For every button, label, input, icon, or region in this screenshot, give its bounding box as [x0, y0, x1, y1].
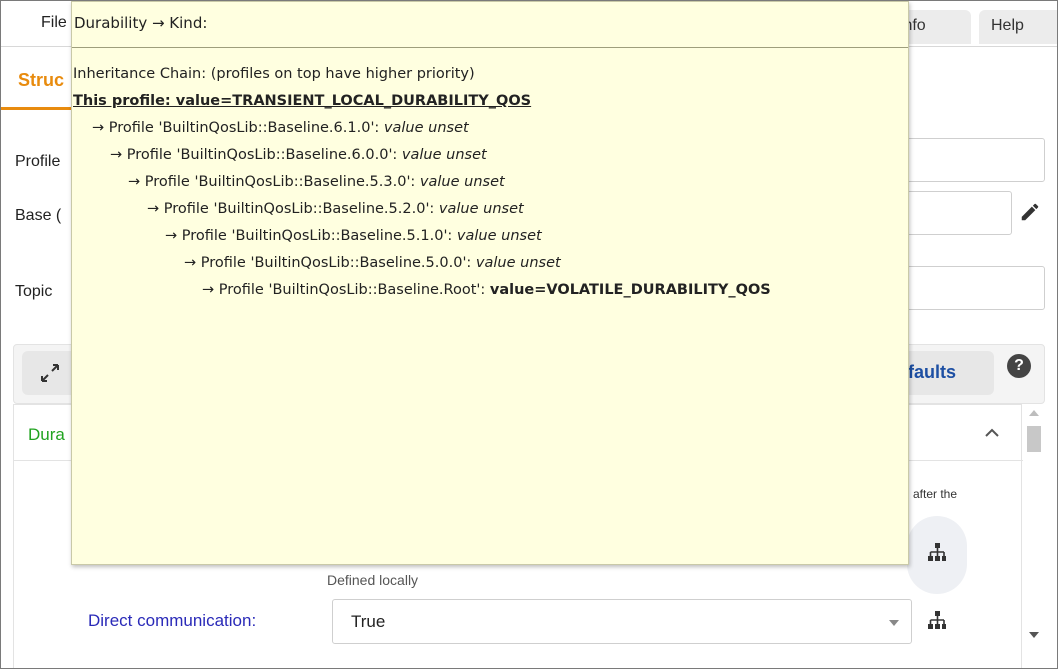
chain-entry-profile: → Profile 'BuiltinQosLib::Baseline.6.1.0…	[92, 120, 384, 136]
topic-label: Topic	[15, 283, 53, 300]
chain-entry: → Profile 'BuiltinQosLib::Baseline.5.1.0…	[165, 228, 542, 244]
this-profile-value: This profile: value=TRANSIENT_LOCAL_DURA…	[73, 93, 532, 109]
profile-label: Profile	[15, 153, 61, 170]
chain-entry-value: value unset	[419, 174, 505, 190]
profile-name-input[interactable]	[901, 138, 1045, 182]
chevron-up-icon[interactable]	[982, 423, 1002, 443]
scrollbar[interactable]	[1023, 404, 1045, 644]
pencil-icon[interactable]	[1019, 201, 1041, 223]
tab-structure[interactable]: Struc	[1, 48, 71, 110]
base-label: Base (	[15, 207, 62, 224]
scroll-thumb[interactable]	[1027, 426, 1041, 452]
chevron-down-icon	[889, 620, 899, 626]
scroll-up-arrow[interactable]	[1029, 410, 1039, 416]
chain-entry: → Profile 'BuiltinQosLib::Baseline.5.3.0…	[128, 174, 505, 190]
chain-entry: → Profile 'BuiltinQosLib::Baseline.5.2.0…	[147, 201, 524, 217]
chain-entry-profile: → Profile 'BuiltinQosLib::Baseline.Root'…	[202, 282, 490, 298]
inheritance-chain-header: Inheritance Chain: (profiles on top have…	[73, 66, 475, 82]
direct-communication-value: True	[351, 612, 386, 631]
chain-entry: → Profile 'BuiltinQosLib::Baseline.6.1.0…	[92, 120, 469, 136]
hierarchy-button[interactable]	[907, 516, 967, 594]
chain-entry-value: value unset	[475, 255, 561, 271]
chain-entry-profile: → Profile 'BuiltinQosLib::Baseline.5.0.0…	[184, 255, 476, 271]
topic-input[interactable]	[901, 266, 1045, 310]
chain-entry-profile: → Profile 'BuiltinQosLib::Baseline.6.0.0…	[110, 147, 402, 163]
chain-entry: → Profile 'BuiltinQosLib::Baseline.5.0.0…	[184, 255, 561, 271]
chain-entry: → Profile 'BuiltinQosLib::Baseline.Root'…	[202, 282, 771, 298]
direct-communication-label: Direct communication:	[88, 611, 257, 630]
inheritance-tooltip: Durability → Kind: Inheritance Chain: (p…	[71, 1, 909, 565]
chain-entry-profile: → Profile 'BuiltinQosLib::Baseline.5.2.0…	[147, 201, 439, 217]
chain-entry: → Profile 'BuiltinQosLib::Baseline.6.0.0…	[110, 147, 487, 163]
defined-locally-note: Defined locally	[327, 572, 419, 588]
chain-entry-profile: → Profile 'BuiltinQosLib::Baseline.5.3.0…	[128, 174, 420, 190]
chain-entry-value: value unset	[438, 201, 524, 217]
section-title: Dura	[28, 425, 65, 444]
menu-file[interactable]: File	[41, 14, 67, 32]
chain-entry-value: value unset	[383, 120, 469, 136]
tooltip-title: Durability → Kind:	[74, 14, 208, 32]
restore-defaults-button[interactable]: faults	[894, 351, 994, 395]
menu-help[interactable]: Help	[979, 10, 1057, 44]
help-circle-icon[interactable]: ?	[1007, 354, 1031, 378]
application-window: File Info Help Struc Profile Base ( Topi…	[0, 0, 1058, 669]
scroll-down-arrow[interactable]	[1029, 632, 1039, 638]
direct-communication-select[interactable]: True	[332, 599, 912, 644]
expand-button[interactable]	[22, 351, 78, 395]
description-fragment: after the	[913, 487, 958, 501]
chain-entry-value: value=VOLATILE_DURABILITY_QOS	[489, 282, 771, 298]
base-input[interactable]	[901, 191, 1012, 235]
expand-arrows-icon	[41, 364, 59, 382]
tooltip-header: Durability → Kind:	[72, 2, 908, 48]
chain-entry-profile: → Profile 'BuiltinQosLib::Baseline.5.1.0…	[165, 228, 457, 244]
hierarchy-icon	[928, 543, 946, 561]
chain-entry-value: value unset	[456, 228, 542, 244]
chain-entry-value: value unset	[401, 147, 487, 163]
hierarchy-icon[interactable]	[927, 610, 947, 630]
